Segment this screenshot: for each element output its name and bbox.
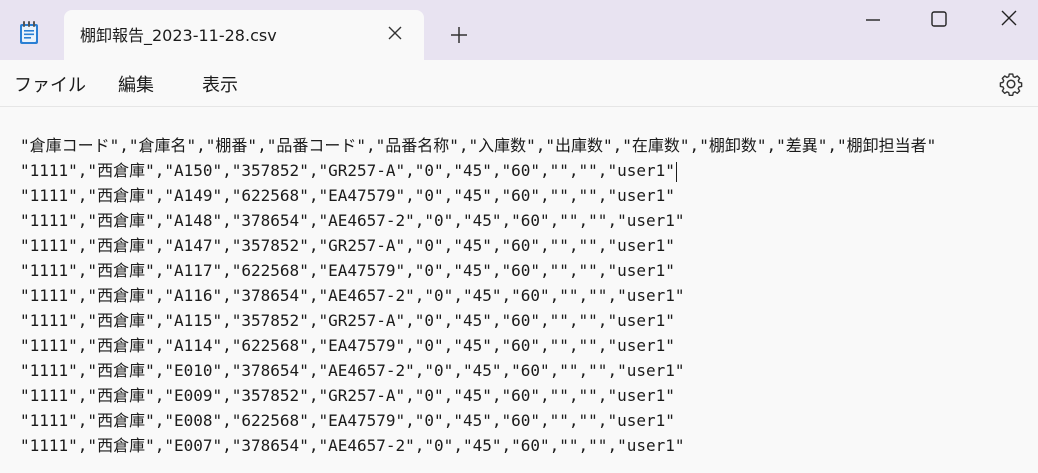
tab-title: 棚卸報告_2023-11-28.csv bbox=[80, 26, 277, 45]
close-icon[interactable] bbox=[386, 24, 404, 42]
text-line: "1111","西倉庫","A114","622568","EA47579","… bbox=[20, 336, 675, 355]
text-line-content: "1111","西倉庫","A150","357852","GR257-A","… bbox=[20, 161, 675, 180]
menu-bar: ファイル 編集 表示 bbox=[0, 60, 1038, 107]
text-line: "1111","西倉庫","A149","622568","EA47579","… bbox=[20, 186, 675, 205]
notepad-icon bbox=[19, 21, 39, 45]
maximize-icon[interactable] bbox=[916, 6, 962, 34]
text-line: "1111","西倉庫","E010","378654","AE4657-2",… bbox=[20, 361, 685, 380]
text-line: "1111","西倉庫","A147","357852","GR257-A","… bbox=[20, 236, 675, 255]
title-bar: 棚卸報告_2023-11-28.csv bbox=[0, 0, 1038, 60]
close-icon[interactable] bbox=[986, 6, 1032, 34]
plus-icon[interactable] bbox=[448, 24, 470, 46]
text-line: "1111","西倉庫","A115","357852","GR257-A","… bbox=[20, 311, 675, 330]
text-line: "1111","西倉庫","A150","357852","GR257-A","… bbox=[20, 158, 936, 183]
text-line: "1111","西倉庫","A116","378654","AE4657-2",… bbox=[20, 286, 685, 305]
text-editor[interactable]: "倉庫コード","倉庫名","棚番","品番コード","品番名称","入庫数",… bbox=[0, 107, 1038, 473]
text-line: "1111","西倉庫","E009","357852","GR257-A","… bbox=[20, 386, 675, 405]
text-line: "1111","西倉庫","E007","378654","AE4657-2",… bbox=[20, 436, 685, 455]
menu-edit[interactable]: 編集 bbox=[118, 71, 154, 97]
text-caret bbox=[675, 161, 677, 182]
gear-icon[interactable] bbox=[998, 71, 1024, 97]
minimize-icon[interactable] bbox=[850, 6, 896, 34]
text-line: "1111","西倉庫","A148","378654","AE4657-2",… bbox=[20, 211, 685, 230]
file-tab[interactable]: 棚卸報告_2023-11-28.csv bbox=[64, 10, 424, 60]
menu-file[interactable]: ファイル bbox=[14, 71, 86, 97]
text-line-header: "倉庫コード","倉庫名","棚番","品番コード","品番名称","入庫数",… bbox=[20, 136, 937, 155]
text-line: "1111","西倉庫","E008","622568","EA47579","… bbox=[20, 411, 675, 430]
notepad-window: 棚卸報告_2023-11-28.csv ファイル 編集 表示 "倉庫コード","… bbox=[0, 0, 1038, 473]
menu-view[interactable]: 表示 bbox=[202, 71, 238, 97]
text-line: "1111","西倉庫","A117","622568","EA47579","… bbox=[20, 261, 675, 280]
editor-lines: "倉庫コード","倉庫名","棚番","品番コード","品番名称","入庫数",… bbox=[20, 133, 936, 458]
